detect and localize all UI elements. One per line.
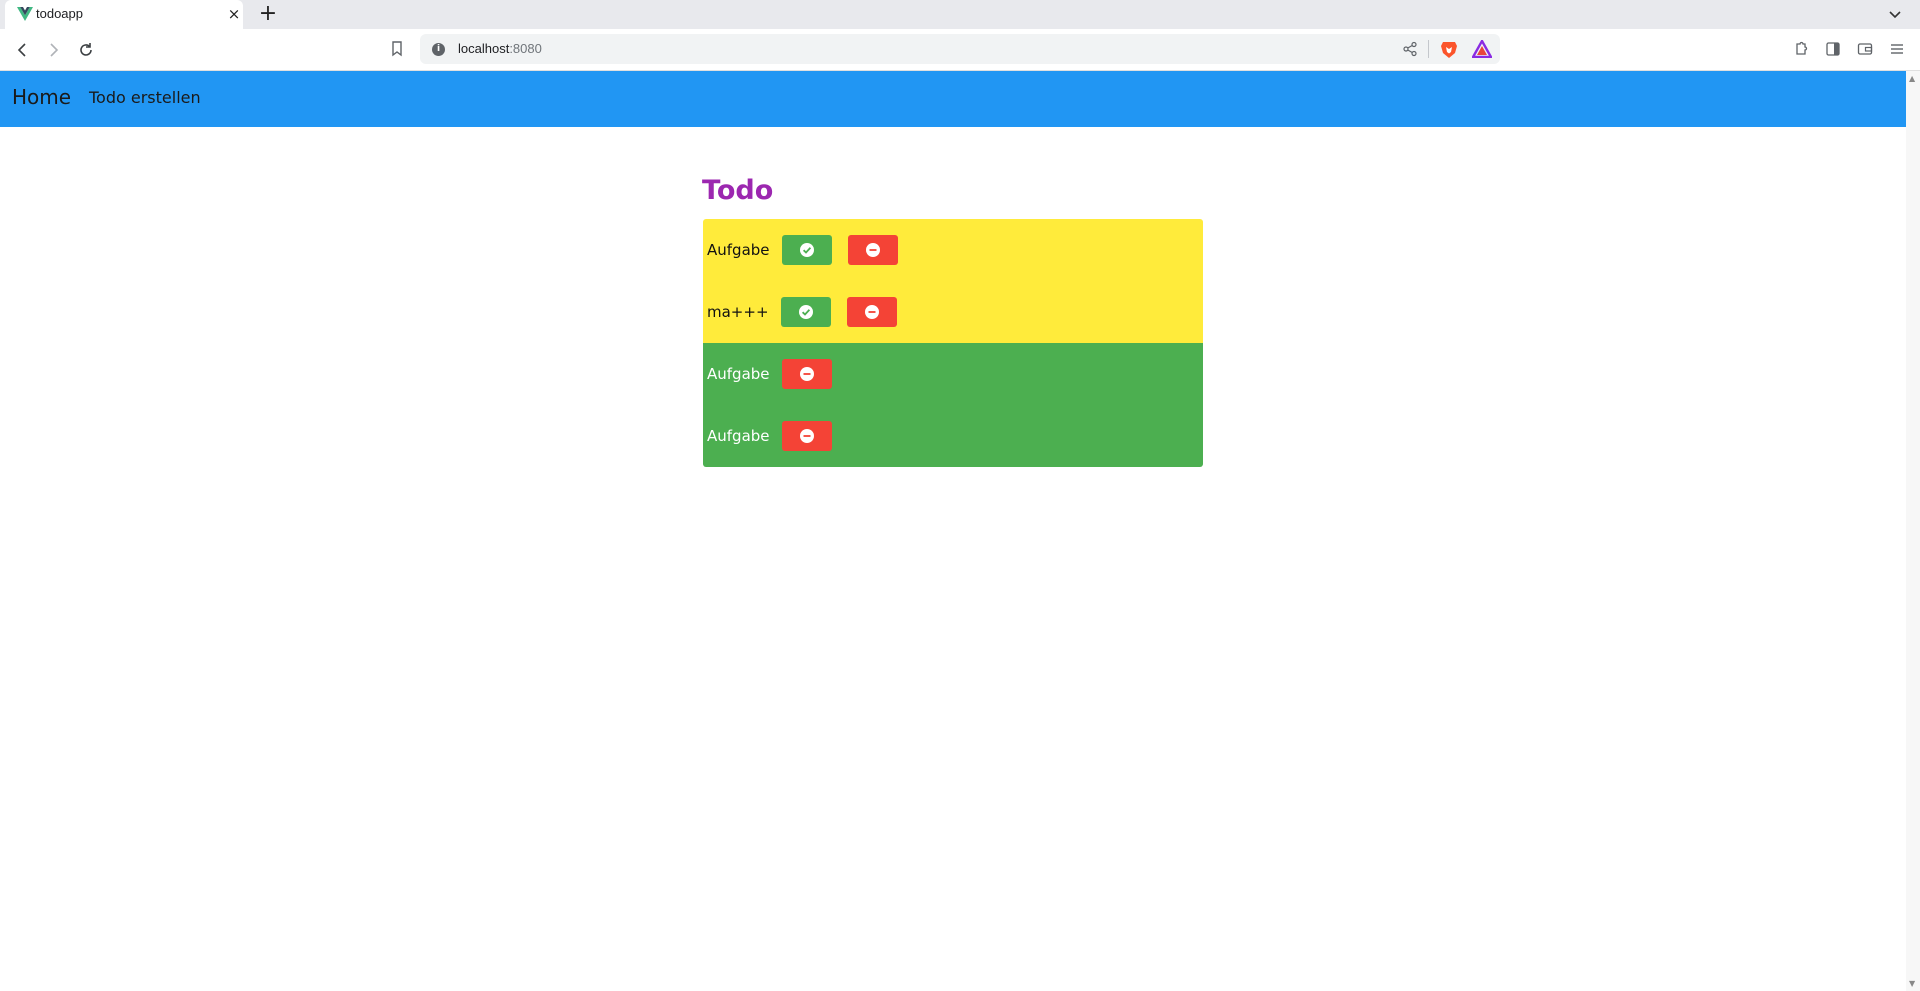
mark-done-button[interactable] [781, 235, 832, 265]
sidebar-icon[interactable] [1824, 40, 1842, 58]
tab-close-icon[interactable]: × [226, 5, 242, 23]
new-tab-icon[interactable]: + [257, 2, 279, 26]
menu-icon[interactable] [1888, 40, 1906, 58]
url-divider [1428, 40, 1429, 58]
scroll-down-icon[interactable]: ▼ [1909, 979, 1915, 988]
extensions-icon[interactable] [1792, 40, 1810, 58]
site-info-icon[interactable]: i [432, 43, 445, 56]
todo-text: Aufgabe [707, 241, 770, 259]
minus-circle-icon [799, 429, 814, 443]
url-port: :8080 [509, 41, 542, 56]
share-icon[interactable] [1402, 41, 1418, 57]
url-host: localhost [458, 41, 510, 56]
minus-circle-icon [799, 367, 814, 381]
check-circle-icon [799, 243, 814, 257]
nav-create-todo-link[interactable]: Todo erstellen [89, 88, 201, 107]
app-navbar: Home Todo erstellen [0, 71, 1906, 127]
todo-list: Aufgabe ma+++ Aufgabe Aufgabe [703, 219, 1203, 467]
browser-tab[interactable]: todoapp × [5, 0, 243, 29]
url-text[interactable]: localhost:8080 [458, 41, 542, 56]
nav-home-link[interactable]: Home [12, 85, 71, 109]
delete-todo-button[interactable] [781, 359, 832, 389]
brave-shields-icon[interactable] [1440, 40, 1458, 59]
todo-item: Aufgabe [703, 219, 1203, 281]
bookmark-icon[interactable] [389, 38, 405, 60]
page-title: Todo [702, 175, 774, 206]
check-circle-icon [798, 305, 813, 319]
address-bar[interactable]: i localhost:8080 [420, 34, 1500, 64]
delete-todo-button[interactable] [847, 235, 898, 265]
wallet-icon[interactable] [1856, 40, 1874, 58]
tab-list-chevron-icon[interactable] [1886, 5, 1904, 23]
todo-text: Aufgabe [707, 365, 770, 383]
scroll-up-icon[interactable]: ▲ [1909, 74, 1915, 83]
todo-text: Aufgabe [707, 427, 770, 445]
todo-item: Aufgabe [703, 405, 1203, 467]
page-scrollbar[interactable]: ▲ ▼ [1906, 71, 1920, 991]
delete-todo-button[interactable] [846, 297, 897, 327]
minus-circle-icon [865, 243, 880, 257]
delete-todo-button[interactable] [781, 421, 832, 451]
mark-done-button[interactable] [780, 297, 831, 327]
browser-toolbar: i localhost:8080 [0, 29, 1920, 71]
todo-text: ma+++ [707, 303, 769, 321]
tab-strip: todoapp × + [0, 0, 1920, 29]
reload-icon[interactable] [73, 37, 99, 63]
minus-circle-icon [864, 305, 879, 319]
todo-item: Aufgabe [703, 343, 1203, 405]
brave-rewards-icon[interactable] [1472, 40, 1492, 58]
vue-logo-icon [17, 7, 33, 21]
back-icon[interactable] [9, 37, 35, 63]
tab-title: todoapp [36, 6, 83, 21]
forward-icon[interactable] [41, 37, 67, 63]
web-page: Home Todo erstellen Todo Aufgabe ma+++ Auf… [0, 71, 1906, 991]
todo-item: ma+++ [703, 281, 1203, 343]
